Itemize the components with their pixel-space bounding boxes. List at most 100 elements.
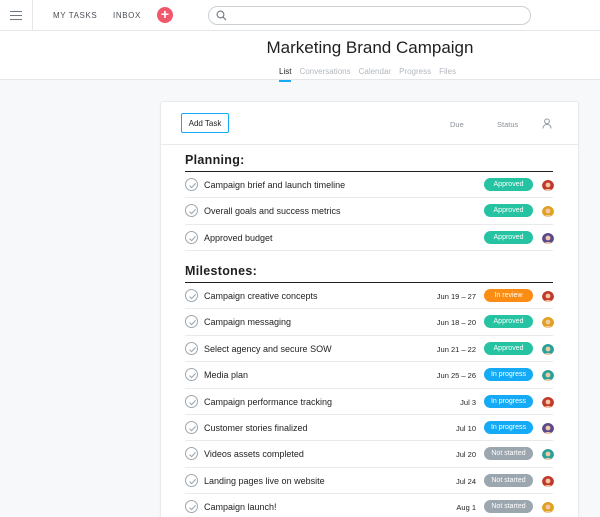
task-section: Milestones: Campaign creative concepts Jun… [185,264,554,517]
assignee-avatar[interactable] [542,232,554,244]
status-badge[interactable]: Approved [484,315,533,329]
check-icon [189,373,196,379]
status-badge[interactable]: Not started [484,447,533,461]
task-row[interactable]: Media plan Jun 25 – 26 In progress [185,362,554,389]
task-section: Planning: Campaign brief and launch timel… [185,153,554,252]
section-title[interactable]: Milestones: [185,264,553,283]
task-name[interactable]: Approved budget [204,233,273,243]
add-task-button[interactable]: Add Task [181,113,229,133]
quick-add-button[interactable]: + [157,7,173,23]
task-name[interactable]: Campaign performance tracking [204,397,332,407]
check-icon [189,425,196,432]
task-name[interactable]: Campaign creative concepts [204,291,318,301]
task-row[interactable]: Campaign launch! Aug 1 Not started [185,494,554,517]
tab-conversations[interactable]: Conversations [299,67,350,82]
task-name[interactable]: Campaign brief and launch timeline [204,180,345,190]
status-badge[interactable]: Approved [484,178,533,191]
check-icon [189,452,196,458]
task-row[interactable]: Campaign creative concepts Jun 19 – 27 In … [185,283,554,310]
status-badge[interactable]: In progress [484,394,533,408]
task-name[interactable]: Customer stories finalized [204,423,308,433]
project-header: Marketing Brand Campaign List Conversati… [0,31,600,82]
section-title[interactable]: Planning: [185,153,553,172]
task-row[interactable]: Customer stories finalized Jul 10 In progr… [185,415,554,442]
hamburger-menu-button[interactable] [0,0,33,31]
assignee-avatar[interactable] [542,316,554,329]
status-badge[interactable]: Approved [484,341,533,355]
status-badge[interactable]: Not started [484,473,533,487]
complete-checkbox[interactable] [185,341,198,355]
task-due-date[interactable]: Jul 24 [456,477,476,486]
task-name[interactable]: Media plan [204,370,248,380]
status-badge[interactable]: In review [484,289,533,302]
task-due-date[interactable]: Jun 19 – 27 [437,292,476,301]
assignee-avatar[interactable] [542,205,554,218]
status-badge[interactable]: Not started [484,500,533,514]
status-badge[interactable]: In progress [484,368,533,382]
assignee-avatar[interactable] [542,369,554,382]
avatar-icon [542,206,554,218]
check-icon [189,294,196,300]
task-due-date[interactable]: Jul 10 [456,424,476,433]
task-row[interactable]: Campaign performance tracking Jul 3 In pro… [185,389,554,415]
task-name[interactable]: Landing pages live on website [204,476,325,486]
task-name[interactable]: Select agency and secure SOW [204,344,332,354]
task-due-date[interactable]: Jul 20 [456,450,476,459]
task-due-date[interactable]: Aug 1 [456,503,476,512]
task-due-date[interactable]: Jun 25 – 26 [437,371,476,380]
complete-checkbox[interactable] [185,473,198,487]
task-row[interactable]: Select agency and secure SOW Jun 21 – 22 A… [185,336,554,363]
complete-checkbox[interactable] [185,368,198,382]
task-row[interactable]: Videos assets completed Jul 20 Not started [185,441,554,468]
status-badge[interactable]: Approved [484,204,533,218]
tab-progress[interactable]: Progress [399,67,431,82]
assignee-avatar[interactable] [542,343,554,355]
complete-checkbox[interactable] [185,230,198,244]
complete-checkbox[interactable] [185,204,198,218]
column-header-due[interactable]: Due [450,120,464,129]
task-row[interactable]: Campaign messaging Jun 18 – 20 Approved [185,309,554,336]
person-icon[interactable] [542,118,552,129]
avatar-icon [542,317,554,329]
search-bar[interactable] [208,6,531,25]
task-row[interactable]: Overall goals and success metrics Approve… [185,198,554,225]
task-name[interactable]: Campaign messaging [204,317,291,327]
complete-checkbox[interactable] [185,394,198,408]
avatar-icon [542,502,554,514]
task-due-date[interactable]: Jun 21 – 22 [437,345,476,354]
complete-checkbox[interactable] [185,178,198,191]
assignee-avatar[interactable] [542,501,554,514]
assignee-avatar[interactable] [542,475,554,487]
nav-my-tasks[interactable]: MY TASKS [53,11,97,20]
plus-icon: + [160,6,170,22]
task-name[interactable]: Overall goals and success metrics [204,206,341,216]
nav-inbox[interactable]: INBOX [113,11,141,20]
assignee-avatar[interactable] [542,396,554,408]
complete-checkbox[interactable] [185,447,198,461]
status-badge[interactable]: Approved [484,230,533,244]
task-row[interactable]: Landing pages live on website Jul 24 Not s… [185,468,554,495]
task-row[interactable]: Campaign brief and launch timeline Approv… [185,172,554,199]
column-header-status[interactable]: Status [497,120,518,129]
complete-checkbox[interactable] [185,315,198,329]
assignee-avatar[interactable] [542,179,554,191]
tab-calendar[interactable]: Calendar [359,67,391,82]
task-row[interactable]: Approved budget Approved [185,225,554,252]
task-due-date[interactable]: Jun 18 – 20 [437,318,476,327]
complete-checkbox[interactable] [185,289,198,302]
assignee-avatar[interactable] [542,422,554,434]
tab-files[interactable]: Files [439,67,456,82]
complete-checkbox[interactable] [185,420,198,434]
assignee-avatar[interactable] [542,448,554,461]
task-name[interactable]: Campaign launch! [204,502,277,512]
status-badge[interactable]: In progress [484,420,533,434]
task-name[interactable]: Videos assets completed [204,449,304,459]
tab-list[interactable]: List [279,67,292,82]
avatar-icon [542,180,554,191]
complete-checkbox[interactable] [185,500,198,514]
assignee-avatar[interactable] [542,290,554,302]
search-input[interactable] [231,9,521,22]
avatar-icon [542,232,554,244]
task-list-toolbar: Add Task Due Status [161,102,578,145]
task-due-date[interactable]: Jul 3 [460,398,476,407]
